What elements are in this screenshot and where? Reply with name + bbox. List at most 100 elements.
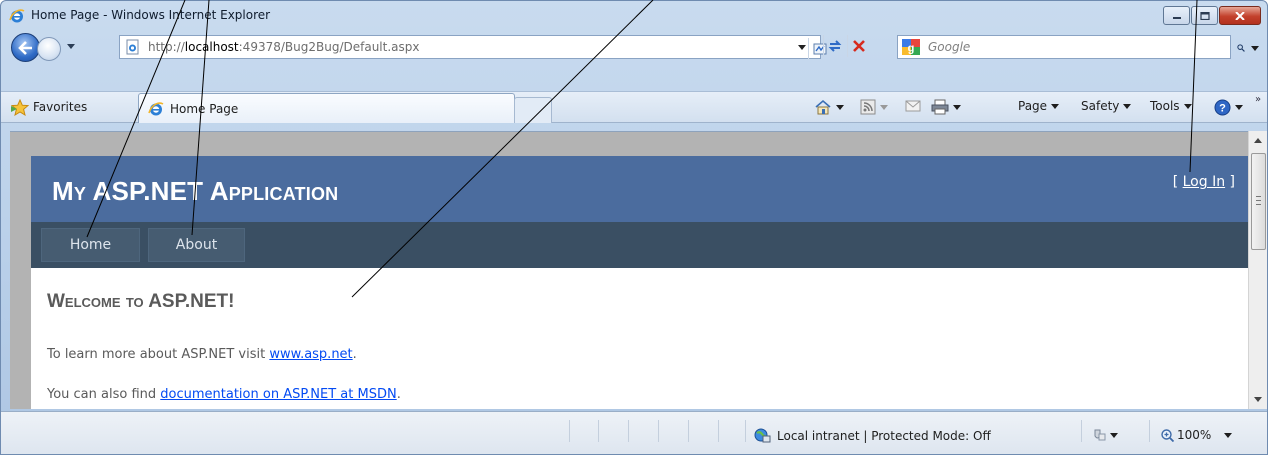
log-in-link[interactable]: Log In — [1183, 174, 1225, 190]
stop-icon — [852, 40, 865, 52]
home-dropdown-icon[interactable] — [836, 104, 844, 110]
browser-window: Home Page - Windows Internet Explorer ht… — [0, 0, 1268, 455]
status-divider — [745, 420, 746, 442]
zoom-icon — [1161, 428, 1174, 442]
forward-button[interactable] — [37, 37, 61, 61]
address-dropdown-icon[interactable] — [798, 45, 806, 50]
maximize-button[interactable] — [1191, 6, 1218, 25]
tools-menu[interactable]: Tools — [1150, 99, 1192, 113]
maximize-icon — [1199, 11, 1210, 20]
close-window-button[interactable] — [1219, 6, 1261, 25]
svg-text:?: ? — [1219, 103, 1226, 115]
main-content: Welcome to ASP.NET! To learn more about … — [31, 268, 1248, 409]
page-menu-label: Page — [1018, 99, 1048, 113]
minimize-button[interactable] — [1163, 6, 1190, 25]
feeds-button[interactable] — [860, 99, 888, 115]
documentation-paragraph: You can also find documentation on ASP.N… — [47, 387, 401, 402]
ie-logo-icon — [9, 9, 25, 23]
close-icon — [1235, 11, 1245, 20]
address-url[interactable]: http://localhost:49378/Bug2Bug/Default.a… — [148, 40, 419, 54]
scroll-grip-icon — [1256, 196, 1261, 205]
status-divider — [569, 420, 570, 442]
tab-label: Home Page — [170, 102, 239, 116]
search-icon — [1237, 44, 1245, 52]
favorites-button[interactable]: Favorites — [33, 100, 87, 114]
login-display: [ Log In ] — [1172, 174, 1235, 190]
help-button[interactable]: ? — [1214, 99, 1243, 116]
stop-button[interactable] — [847, 35, 869, 57]
feeds-dropdown-icon[interactable] — [880, 104, 888, 110]
status-divider — [1149, 420, 1150, 442]
vertical-scrollbar[interactable] — [1248, 131, 1267, 409]
search-dropdown-icon[interactable] — [1251, 45, 1259, 51]
favorites-bar: Favorites Home Page Page Safety Tools ? … — [1, 91, 1267, 123]
help-icon: ? — [1214, 99, 1231, 116]
svg-text:g: g — [908, 43, 915, 55]
safety-dropdown-icon — [1123, 103, 1132, 109]
title-bar: Home Page - Windows Internet Explorer — [1, 1, 1267, 31]
home-icon — [815, 99, 831, 115]
window-title: Home Page - Windows Internet Explorer — [31, 8, 271, 22]
status-divider — [658, 420, 659, 442]
page-dropdown-icon — [1051, 103, 1060, 109]
refresh-icon — [828, 40, 841, 52]
print-button[interactable] — [931, 99, 961, 115]
site-header: My ASP.NET Application [ Log In ] — [31, 156, 1248, 222]
msdn-documentation-link[interactable]: documentation on ASP.NET at MSDN — [160, 387, 396, 402]
security-zone[interactable]: Local intranet | Protected Mode: Off — [754, 428, 991, 443]
status-divider — [688, 420, 689, 442]
feeds-icon — [860, 99, 876, 115]
search-box[interactable]: g Google — [897, 35, 1231, 59]
navigation-row: http://localhost:49378/Bug2Bug/Default.a… — [1, 33, 1267, 63]
status-divider — [1081, 420, 1082, 442]
intranet-globe-icon — [754, 428, 771, 443]
page-icon — [126, 39, 139, 55]
ie-page-icon — [148, 102, 164, 116]
zoom-level: 100% — [1177, 428, 1212, 442]
search-button[interactable] — [1237, 39, 1259, 57]
safety-menu[interactable]: Safety — [1081, 99, 1132, 113]
back-arrow-icon — [17, 40, 32, 55]
back-button[interactable] — [11, 33, 40, 62]
learn-more-paragraph: To learn more about ASP.NET visit www.as… — [47, 347, 357, 362]
status-bar: Local intranet | Protected Mode: Off 100… — [1, 411, 1267, 454]
tools-menu-label: Tools — [1150, 99, 1180, 113]
new-tab-button[interactable] — [514, 97, 552, 123]
refresh-button[interactable] — [823, 35, 845, 57]
read-mail-button[interactable] — [905, 99, 921, 113]
scroll-up-icon[interactable] — [1254, 138, 1262, 143]
scrollbar-thumb[interactable] — [1251, 153, 1266, 250]
print-icon — [931, 99, 949, 115]
favorites-star-icon[interactable] — [11, 99, 29, 116]
menu-item-home[interactable]: Home — [41, 228, 140, 262]
status-divider — [598, 420, 599, 442]
mail-icon — [905, 100, 921, 112]
site-page: My ASP.NET Application [ Log In ] Home A… — [31, 156, 1248, 409]
zoom-dropdown-icon — [1224, 432, 1233, 438]
page-menu[interactable]: Page — [1018, 99, 1060, 113]
home-button[interactable] — [814, 99, 844, 115]
site-title: My ASP.NET Application — [52, 176, 339, 206]
address-bar[interactable]: http://localhost:49378/Bug2Bug/Default.a… — [119, 35, 826, 60]
page-viewport: My ASP.NET Application [ Log In ] Home A… — [10, 131, 1248, 409]
status-divider — [718, 420, 719, 442]
welcome-heading: Welcome to ASP.NET! — [47, 291, 235, 312]
tab-home-page[interactable]: Home Page — [138, 93, 515, 123]
menu-item-about[interactable]: About — [148, 228, 245, 262]
zoom-control[interactable]: 100% — [1161, 428, 1233, 442]
chevron-more-icon[interactable]: » — [1255, 94, 1261, 105]
site-menu: Home About — [31, 222, 1248, 268]
asp-net-link[interactable]: www.asp.net — [269, 347, 352, 362]
google-logo-icon: g — [902, 39, 920, 55]
tools-dropdown-icon — [1183, 103, 1192, 109]
recent-pages-dropdown-icon[interactable] — [67, 44, 75, 49]
minimize-icon — [1172, 16, 1181, 19]
scroll-down-icon[interactable] — [1254, 397, 1262, 402]
help-dropdown-icon — [1235, 105, 1243, 110]
protected-mode-dropdown-icon — [1110, 432, 1118, 438]
safety-menu-label: Safety — [1081, 99, 1120, 113]
status-divider — [628, 420, 629, 442]
print-dropdown-icon[interactable] — [953, 104, 961, 110]
protected-mode-button[interactable] — [1090, 428, 1118, 442]
window-controls — [1163, 6, 1261, 25]
